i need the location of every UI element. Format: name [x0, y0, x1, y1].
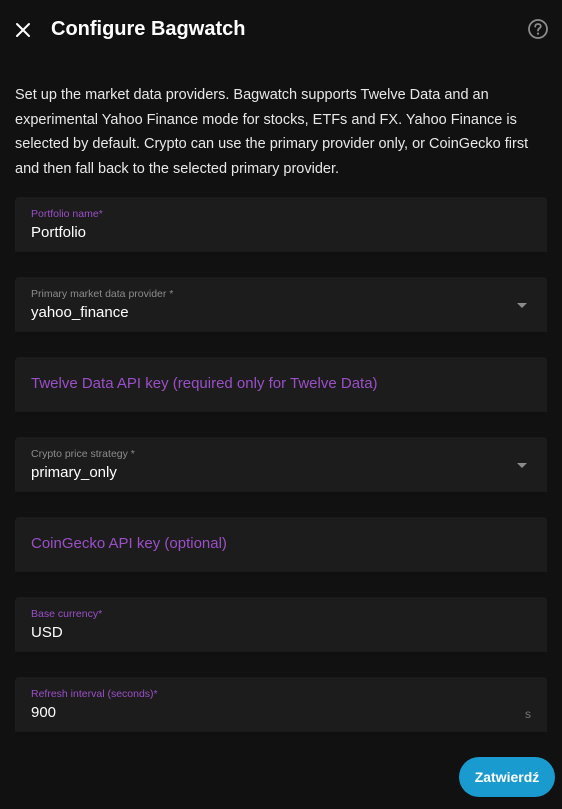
primary-provider-value: yahoo_finance	[31, 304, 129, 321]
refresh-interval-value: 900	[31, 704, 57, 721]
help-button[interactable]	[527, 18, 549, 40]
portfolio-name-value: Portfolio	[31, 224, 87, 241]
portfolio-name-label: Portfolio name*	[31, 208, 103, 220]
dialog-title: Configure Bagwatch	[51, 18, 246, 40]
refresh-interval-field[interactable]: Refresh interval (seconds)* 900 s	[15, 677, 547, 732]
dialog-header: Configure Bagwatch	[0, 0, 562, 58]
twelve-data-api-key-field[interactable]: Twelve Data API key (required only for T…	[15, 357, 547, 412]
confirm-button[interactable]: Zatwierdź	[459, 757, 555, 797]
close-icon	[16, 23, 30, 37]
coingecko-api-key-placeholder: CoinGecko API key (optional)	[31, 535, 227, 552]
crypto-strategy-label: Crypto price strategy *	[31, 448, 135, 460]
base-currency-field[interactable]: Base currency* USD	[15, 597, 547, 652]
base-currency-value: USD	[31, 624, 63, 641]
refresh-interval-label: Refresh interval (seconds)*	[31, 688, 158, 700]
refresh-interval-suffix: s	[525, 707, 531, 721]
help-circle-icon	[528, 19, 548, 39]
dialog-description: Set up the market data providers. Bagwat…	[15, 87, 529, 177]
close-button[interactable]	[10, 17, 36, 43]
portfolio-name-field[interactable]: Portfolio name* Portfolio	[15, 197, 547, 252]
crypto-strategy-select[interactable]: Crypto price strategy * primary_only	[15, 437, 547, 492]
base-currency-label: Base currency*	[31, 608, 103, 620]
coingecko-api-key-field[interactable]: CoinGecko API key (optional)	[15, 517, 547, 572]
dropdown-arrow-icon	[517, 463, 527, 468]
primary-provider-label: Primary market data provider *	[31, 288, 174, 300]
primary-provider-select[interactable]: Primary market data provider * yahoo_fin…	[15, 277, 547, 332]
dropdown-arrow-icon	[517, 303, 527, 308]
crypto-strategy-value: primary_only	[31, 464, 117, 481]
twelve-data-api-key-placeholder: Twelve Data API key (required only for T…	[31, 375, 378, 392]
